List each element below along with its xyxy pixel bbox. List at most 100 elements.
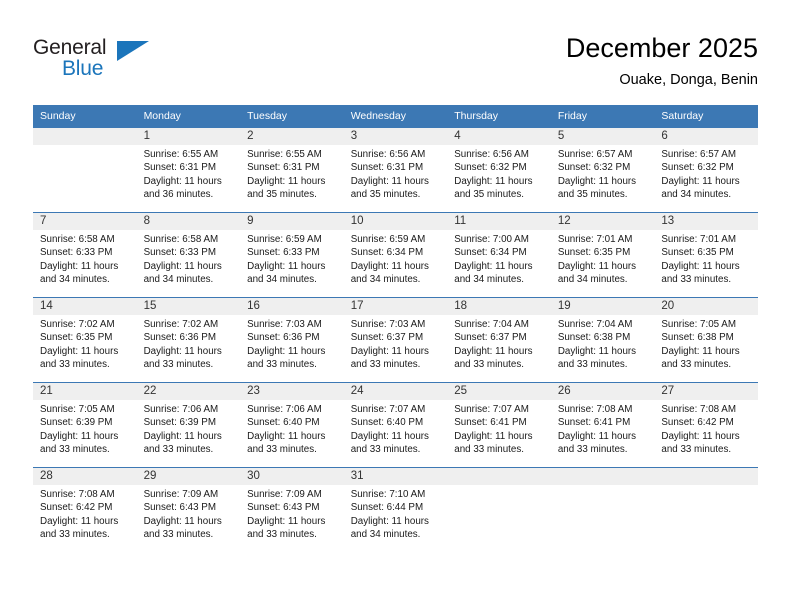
sunrise-text: Sunrise: 7:06 AM bbox=[143, 404, 219, 415]
calendar-day-cell[interactable]: 19 Sunrise: 7:04 AM Sunset: 6:38 PM Dayligh… bbox=[550, 297, 655, 383]
daylight-text-line2: and 33 minutes. bbox=[40, 529, 110, 541]
sunrise-text: Sunrise: 7:01 AM bbox=[661, 234, 736, 245]
day-number: 16 bbox=[240, 298, 344, 315]
calendar-day-cell[interactable]: 10 Sunrise: 6:59 AM Sunset: 6:34 PM Dayligh… bbox=[343, 212, 448, 298]
sunset-text: Sunset: 6:37 PM bbox=[350, 332, 424, 344]
calendar-day-cell[interactable]: 25 Sunrise: 7:07 AM Sunset: 6:41 PM Dayligh… bbox=[447, 382, 551, 468]
calendar-day-cell[interactable]: 2 Sunrise: 6:55 AM Sunset: 6:31 PM Daylight… bbox=[240, 127, 344, 213]
day-number: 24 bbox=[343, 383, 448, 400]
calendar-day-cell[interactable]: 5 Sunrise: 6:57 AM Sunset: 6:32 PM Daylight… bbox=[550, 127, 655, 213]
day-number: 12 bbox=[550, 213, 655, 230]
daylight-text-line1: Daylight: 11 hours bbox=[143, 515, 222, 527]
day-number: 11 bbox=[447, 213, 551, 230]
daylight-text-line2: and 35 minutes. bbox=[557, 189, 628, 201]
day-number: 28 bbox=[33, 468, 137, 485]
calendar-day-cell[interactable]: 13 Sunrise: 7:01 AM Sunset: 6:35 PM Dayligh… bbox=[654, 212, 758, 298]
day-cell-inner: 3 Sunrise: 6:56 AM Sunset: 6:31 PM Daylight… bbox=[343, 128, 448, 212]
calendar-day-cell[interactable]: 26 Sunrise: 7:08 AM Sunset: 6:41 PM Dayligh… bbox=[550, 382, 655, 468]
day-detail-lines: Sunrise: 6:56 AM Sunset: 6:31 PM Daylight:… bbox=[344, 145, 448, 202]
calendar-day-cell[interactable]: 9 Sunrise: 6:59 AM Sunset: 6:33 PM Daylight… bbox=[240, 212, 344, 298]
calendar-day-cell[interactable]: 1 Sunrise: 6:55 AM Sunset: 6:31 PM Daylight… bbox=[136, 127, 241, 213]
sunset-text: Sunset: 6:36 PM bbox=[247, 332, 320, 344]
sunrise-text: Sunrise: 6:57 AM bbox=[661, 149, 736, 160]
sunset-text: Sunset: 6:32 PM bbox=[661, 162, 734, 174]
day-cell-inner: 24 Sunrise: 7:07 AM Sunset: 6:40 PM Dayligh… bbox=[343, 383, 448, 467]
sunset-text: Sunset: 6:32 PM bbox=[454, 162, 527, 174]
calendar-day-cell[interactable]: 11 Sunrise: 7:00 AM Sunset: 6:34 PM Dayligh… bbox=[447, 212, 551, 298]
day-cell-inner: 25 Sunrise: 7:07 AM Sunset: 6:41 PM Dayligh… bbox=[447, 383, 551, 467]
day-detail-lines: Sunrise: 6:59 AM Sunset: 6:33 PM Daylight:… bbox=[240, 230, 344, 287]
calendar-grid: Sunday Monday Tuesday Wednesday Thursday… bbox=[33, 105, 758, 552]
day-number: 9 bbox=[240, 213, 344, 230]
calendar-day-cell[interactable]: 20 Sunrise: 7:05 AM Sunset: 6:38 PM Dayligh… bbox=[654, 297, 758, 383]
calendar-day-cell[interactable]: 6 Sunrise: 6:57 AM Sunset: 6:32 PM Daylight… bbox=[654, 127, 758, 213]
day-detail-lines: Sunrise: 6:55 AM Sunset: 6:31 PM Daylight:… bbox=[137, 145, 241, 202]
day-number: 15 bbox=[136, 298, 241, 315]
daylight-text-line1: Daylight: 11 hours bbox=[661, 175, 740, 187]
day-detail-lines: Sunrise: 7:01 AM Sunset: 6:35 PM Daylight:… bbox=[551, 230, 655, 287]
calendar-week-row: 28 Sunrise: 7:08 AM Sunset: 6:42 PM Dayligh… bbox=[33, 467, 758, 552]
day-detail-lines: Sunrise: 7:05 AM Sunset: 6:39 PM Daylight:… bbox=[33, 400, 137, 457]
day-number bbox=[447, 468, 551, 485]
calendar-day-cell[interactable]: 28 Sunrise: 7:08 AM Sunset: 6:42 PM Dayligh… bbox=[33, 467, 137, 552]
day-cell-inner: 17 Sunrise: 7:03 AM Sunset: 6:37 PM Dayligh… bbox=[343, 298, 448, 382]
daylight-text-line1: Daylight: 11 hours bbox=[143, 430, 222, 442]
calendar-day-cell[interactable]: 4 Sunrise: 6:56 AM Sunset: 6:32 PM Daylight… bbox=[447, 127, 551, 213]
calendar-day-cell[interactable]: 18 Sunrise: 7:04 AM Sunset: 6:37 PM Dayligh… bbox=[447, 297, 551, 383]
daylight-text-line2: and 36 minutes. bbox=[143, 189, 214, 201]
day-detail-lines: Sunrise: 6:56 AM Sunset: 6:32 PM Daylight:… bbox=[447, 145, 551, 202]
logo-text-blue: Blue bbox=[62, 57, 104, 80]
calendar-day-cell[interactable]: 27 Sunrise: 7:08 AM Sunset: 6:42 PM Dayligh… bbox=[654, 382, 758, 468]
calendar-day-cell[interactable]: 8 Sunrise: 6:58 AM Sunset: 6:33 PM Daylight… bbox=[136, 212, 241, 298]
weekday-header-row: Sunday Monday Tuesday Wednesday Thursday… bbox=[33, 105, 758, 128]
day-number: 25 bbox=[447, 383, 551, 400]
day-number: 19 bbox=[550, 298, 655, 315]
sunset-text: Sunset: 6:31 PM bbox=[247, 162, 320, 174]
sunrise-text: Sunrise: 7:04 AM bbox=[557, 319, 633, 330]
day-number: 21 bbox=[33, 383, 137, 400]
day-detail-lines: Sunrise: 7:01 AM Sunset: 6:35 PM Daylight:… bbox=[654, 230, 758, 287]
calendar-day-cell[interactable]: 21 Sunrise: 7:05 AM Sunset: 6:39 PM Dayligh… bbox=[33, 382, 137, 468]
daylight-text-line1: Daylight: 11 hours bbox=[40, 515, 119, 527]
day-number: 4 bbox=[447, 128, 551, 145]
calendar-day-cell[interactable]: 14 Sunrise: 7:02 AM Sunset: 6:35 PM Dayligh… bbox=[33, 297, 137, 383]
day-cell-inner bbox=[654, 468, 758, 552]
calendar-day-cell[interactable]: 22 Sunrise: 7:06 AM Sunset: 6:39 PM Dayligh… bbox=[136, 382, 241, 468]
daylight-text-line2: and 33 minutes. bbox=[350, 444, 421, 456]
daylight-text-line2: and 33 minutes. bbox=[40, 444, 110, 456]
day-cell-inner: 20 Sunrise: 7:05 AM Sunset: 6:38 PM Dayligh… bbox=[654, 298, 758, 382]
day-detail-lines: Sunrise: 7:07 AM Sunset: 6:40 PM Daylight:… bbox=[344, 400, 448, 457]
daylight-text-line2: and 34 minutes. bbox=[350, 529, 421, 541]
calendar-day-cell[interactable]: 30 Sunrise: 7:09 AM Sunset: 6:43 PM Dayligh… bbox=[240, 467, 344, 552]
daylight-text-line1: Daylight: 11 hours bbox=[661, 430, 740, 442]
daylight-text-line1: Daylight: 11 hours bbox=[557, 430, 637, 442]
sunset-text: Sunset: 6:35 PM bbox=[557, 247, 631, 259]
calendar-day-cell[interactable]: 12 Sunrise: 7:01 AM Sunset: 6:35 PM Dayligh… bbox=[550, 212, 655, 298]
sunset-text: Sunset: 6:36 PM bbox=[143, 332, 216, 344]
calendar-day-cell[interactable]: 15 Sunrise: 7:02 AM Sunset: 6:36 PM Dayligh… bbox=[136, 297, 241, 383]
day-cell-inner: 1 Sunrise: 6:55 AM Sunset: 6:31 PM Daylight… bbox=[136, 128, 241, 212]
day-detail-lines: Sunrise: 7:02 AM Sunset: 6:35 PM Daylight:… bbox=[33, 315, 137, 372]
daylight-text-line2: and 33 minutes. bbox=[350, 359, 421, 371]
sunrise-text: Sunrise: 7:06 AM bbox=[247, 404, 322, 415]
daylight-text-line2: and 34 minutes. bbox=[661, 189, 732, 201]
sunrise-text: Sunrise: 7:10 AM bbox=[350, 489, 426, 500]
calendar-day-cell[interactable]: 17 Sunrise: 7:03 AM Sunset: 6:37 PM Dayligh… bbox=[343, 297, 448, 383]
daylight-text-line2: and 33 minutes. bbox=[454, 359, 524, 371]
daylight-text-line1: Daylight: 11 hours bbox=[350, 260, 429, 272]
day-detail-lines: Sunrise: 7:00 AM Sunset: 6:34 PM Daylight:… bbox=[447, 230, 551, 287]
calendar-day-cell[interactable]: 16 Sunrise: 7:03 AM Sunset: 6:36 PM Dayligh… bbox=[240, 297, 344, 383]
sunrise-text: Sunrise: 7:05 AM bbox=[40, 404, 115, 415]
calendar-day-cell[interactable]: 3 Sunrise: 6:56 AM Sunset: 6:31 PM Daylight… bbox=[343, 127, 448, 213]
calendar-day-cell[interactable]: 31 Sunrise: 7:10 AM Sunset: 6:44 PM Dayligh… bbox=[343, 467, 448, 552]
daylight-text-line1: Daylight: 11 hours bbox=[247, 175, 326, 187]
calendar-day-cell[interactable]: 24 Sunrise: 7:07 AM Sunset: 6:40 PM Dayligh… bbox=[343, 382, 448, 468]
sunrise-text: Sunrise: 6:56 AM bbox=[454, 149, 529, 160]
calendar-day-cell[interactable]: 23 Sunrise: 7:06 AM Sunset: 6:40 PM Dayligh… bbox=[240, 382, 344, 468]
calendar-day-cell[interactable]: 29 Sunrise: 7:09 AM Sunset: 6:43 PM Dayligh… bbox=[136, 467, 241, 552]
sunrise-text: Sunrise: 7:09 AM bbox=[247, 489, 322, 500]
day-number: 30 bbox=[240, 468, 344, 485]
day-cell-inner: 26 Sunrise: 7:08 AM Sunset: 6:41 PM Dayligh… bbox=[550, 383, 655, 467]
calendar-day-cell[interactable]: 7 Sunrise: 6:58 AM Sunset: 6:33 PM Daylight… bbox=[33, 212, 137, 298]
daylight-text-line2: and 33 minutes. bbox=[247, 529, 317, 541]
